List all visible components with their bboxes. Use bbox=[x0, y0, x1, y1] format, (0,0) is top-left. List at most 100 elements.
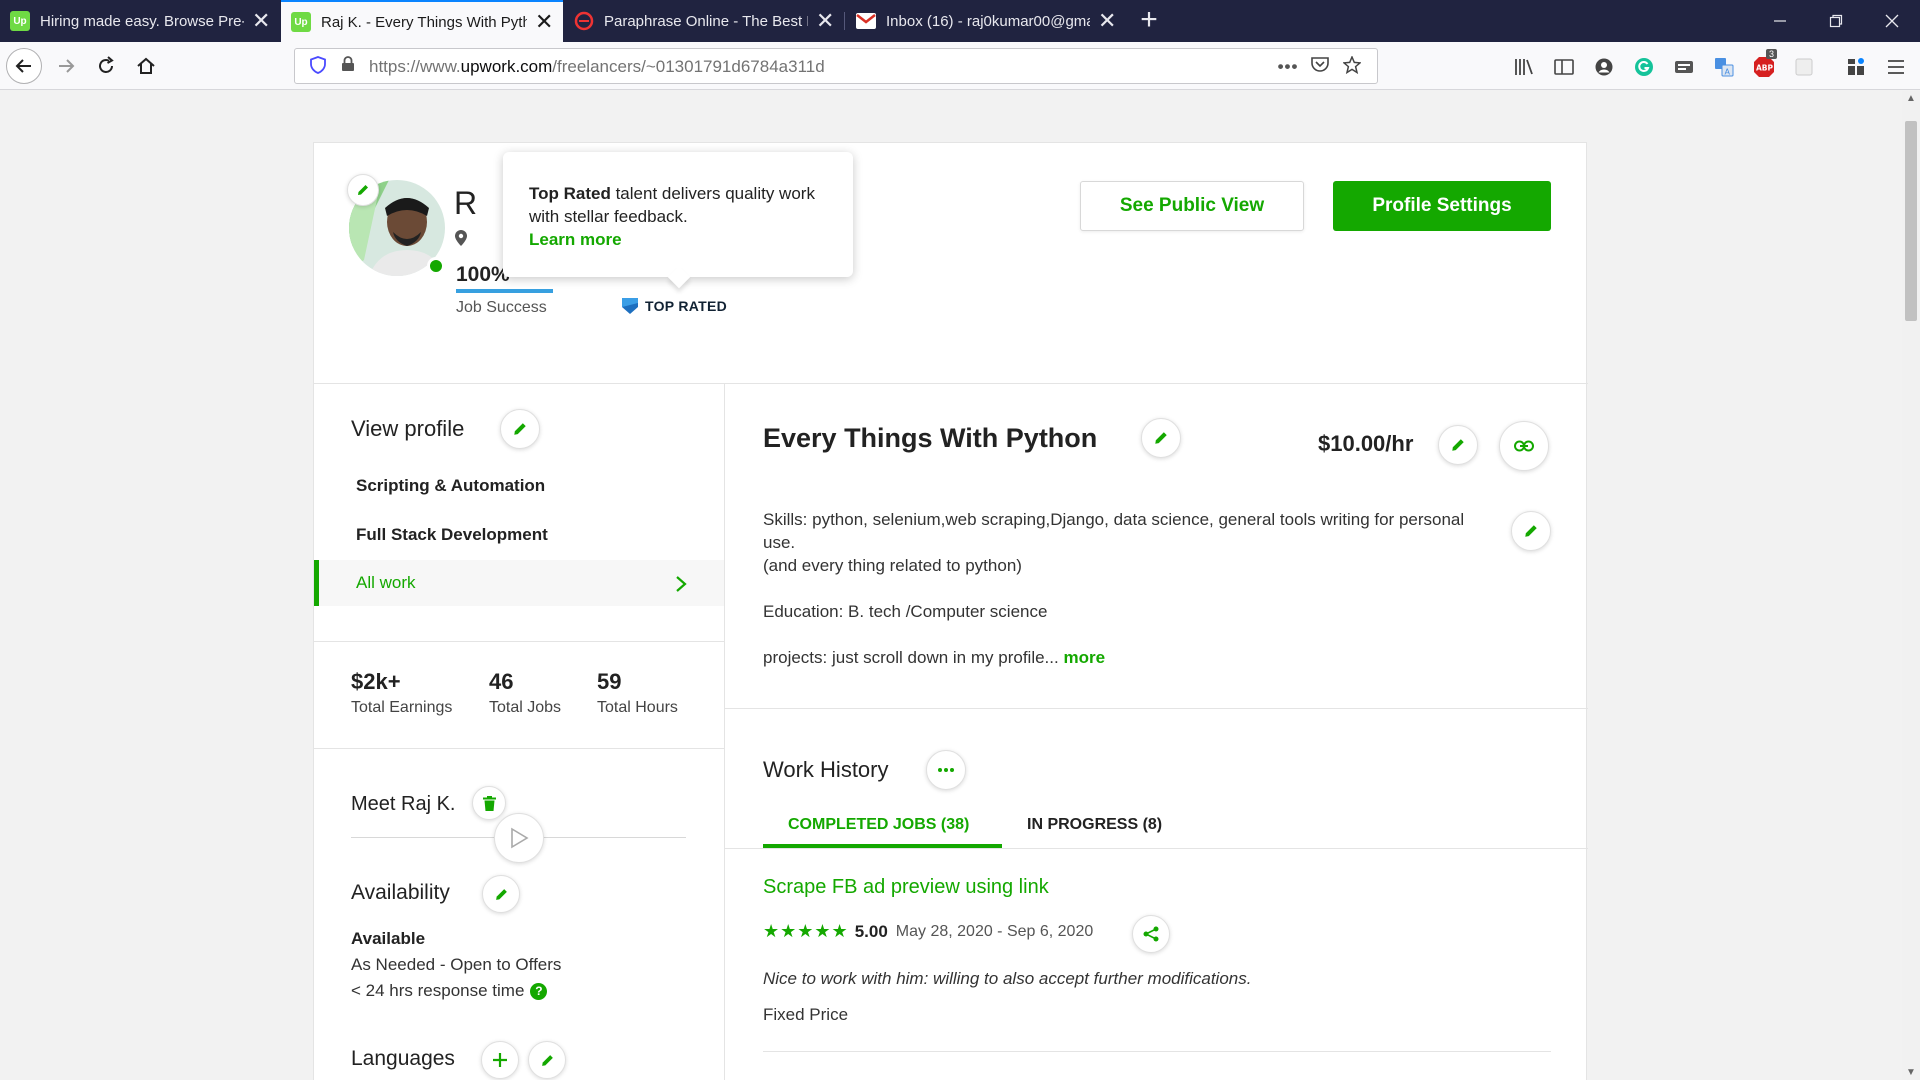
pencil-icon bbox=[358, 185, 368, 195]
pencil-icon bbox=[1452, 439, 1464, 451]
tab-in-progress[interactable]: IN PROGRESS (8) bbox=[1027, 808, 1187, 848]
adblock-plus-icon[interactable]: ABP 3 bbox=[1752, 49, 1778, 79]
grammarly-icon[interactable] bbox=[1632, 55, 1656, 79]
address-bar[interactable]: https://www.upwork.com/freelancers/~0130… bbox=[294, 48, 1378, 84]
paraphrase-favicon bbox=[574, 11, 594, 31]
extension-icon[interactable] bbox=[1672, 55, 1696, 79]
edit-title-button[interactable] bbox=[1141, 418, 1181, 458]
work-history-title: Work History bbox=[763, 757, 889, 782]
edit-rate-button[interactable] bbox=[1438, 425, 1478, 465]
tab-title: Inbox (16) - raj0kumar00@gmail.com bbox=[886, 12, 1090, 30]
plus-icon bbox=[493, 1053, 507, 1067]
page-scrollbar[interactable]: ▲ ▼ bbox=[1902, 91, 1920, 1080]
description-line: projects: just scroll down in my profile… bbox=[763, 646, 1493, 669]
trash-icon bbox=[482, 795, 496, 811]
edit-photo-button[interactable] bbox=[347, 174, 379, 206]
delete-video-button[interactable] bbox=[472, 786, 506, 820]
total-earnings-label: Total Earnings bbox=[351, 699, 453, 716]
pencil-icon bbox=[1155, 432, 1167, 444]
top-rated-badge-icon bbox=[622, 298, 638, 314]
job-rating-row: ★★★★★ 5.00 May 28, 2020 - Sep 6, 2020 bbox=[763, 921, 1093, 942]
work-history-more-button[interactable] bbox=[926, 750, 966, 790]
new-tab-button[interactable]: + bbox=[1132, 4, 1166, 38]
job-success-value: 100% bbox=[456, 263, 510, 286]
browser-tab-1[interactable]: Up Hiring made easy. Browse Pre-Vetted ✕ bbox=[0, 0, 280, 42]
sidebar-item-label: All work bbox=[356, 573, 416, 592]
profile-settings-button[interactable]: Profile Settings bbox=[1333, 181, 1551, 231]
browser-tab-3[interactable]: Paraphrase Online - The Best Free ✕ bbox=[564, 0, 844, 42]
edit-availability-button[interactable] bbox=[482, 875, 520, 913]
account-icon[interactable] bbox=[1592, 55, 1616, 79]
sidebar-item-scripting-automation[interactable]: Scripting & Automation bbox=[314, 463, 724, 509]
job-success-bar bbox=[456, 289, 553, 293]
reload-button[interactable] bbox=[88, 48, 124, 84]
job-title-link[interactable]: Scrape FB ad preview using link bbox=[763, 876, 1049, 899]
sidebar-item-all-work[interactable]: All work bbox=[314, 560, 724, 606]
sidebar-icon[interactable] bbox=[1552, 55, 1576, 79]
close-tab-icon[interactable]: ✕ bbox=[535, 11, 553, 33]
browser-tab-2[interactable]: Up Raj K. - Every Things With Python ✕ bbox=[281, 0, 563, 42]
scroll-up-arrow-icon[interactable]: ▲ bbox=[1906, 93, 1916, 104]
hourly-rate: $10.00/hr bbox=[1318, 431, 1414, 456]
add-language-button[interactable] bbox=[481, 1041, 519, 1079]
help-question-icon[interactable]: ? bbox=[530, 982, 548, 1000]
copy-link-button[interactable] bbox=[1499, 421, 1549, 471]
back-button[interactable] bbox=[6, 48, 42, 84]
response-time: < 24 hrs response time ? bbox=[351, 981, 548, 1001]
scroll-down-arrow-icon[interactable]: ▼ bbox=[1906, 1067, 1916, 1078]
edit-view-profile-button[interactable] bbox=[500, 409, 540, 449]
link-icon bbox=[1514, 440, 1534, 452]
total-earnings-value: $2k+ bbox=[351, 669, 401, 694]
top-rated-tooltip: Top Rated talent delivers quality work w… bbox=[503, 152, 853, 289]
close-tab-icon[interactable]: ✕ bbox=[1098, 10, 1116, 32]
bookmark-star-icon[interactable] bbox=[1341, 55, 1363, 78]
pocket-icon[interactable] bbox=[1309, 56, 1331, 78]
close-tab-icon[interactable]: ✕ bbox=[816, 10, 834, 32]
share-job-button[interactable] bbox=[1132, 915, 1170, 953]
home-button[interactable] bbox=[128, 48, 164, 84]
blank-extension-icon[interactable] bbox=[1792, 55, 1816, 79]
forward-button[interactable] bbox=[48, 48, 84, 84]
adblock-count-badge: 3 bbox=[1766, 49, 1778, 59]
edit-description-button[interactable] bbox=[1511, 511, 1551, 551]
library-icon[interactable] bbox=[1512, 55, 1536, 79]
shield-icon[interactable] bbox=[307, 56, 329, 78]
main-divider bbox=[724, 708, 1588, 709]
close-window-icon[interactable] bbox=[1864, 0, 1920, 42]
total-hours-value: 59 bbox=[597, 669, 622, 694]
tab-completed-jobs[interactable]: COMPLETED JOBS (38) bbox=[763, 808, 1002, 848]
pencil-icon bbox=[514, 423, 526, 435]
more-link[interactable]: more bbox=[1063, 648, 1105, 667]
url-text[interactable]: https://www.upwork.com/freelancers/~0130… bbox=[369, 57, 825, 77]
tab-title: Hiring made easy. Browse Pre-Vetted bbox=[40, 12, 244, 30]
languages-title: Languages bbox=[351, 1047, 455, 1070]
extensions-puzzle-icon[interactable] bbox=[1844, 55, 1868, 79]
tab-divider bbox=[844, 12, 845, 30]
job-feedback: Nice to work with him: willing to also a… bbox=[763, 969, 1252, 988]
page-actions-icon[interactable]: ••• bbox=[1277, 56, 1299, 78]
meet-title: Meet Raj K. bbox=[351, 793, 456, 815]
close-tab-icon[interactable]: ✕ bbox=[252, 10, 270, 32]
tooltip-bold-text: Top Rated bbox=[529, 184, 611, 203]
job-type: Fixed Price bbox=[763, 1005, 849, 1024]
job-success-label: Job Success bbox=[456, 299, 547, 316]
menu-hamburger-icon[interactable] bbox=[1884, 55, 1908, 79]
edit-languages-button[interactable] bbox=[528, 1041, 566, 1079]
see-public-view-button[interactable]: See Public View bbox=[1080, 181, 1304, 231]
translate-icon[interactable]: A bbox=[1712, 55, 1736, 79]
play-video-button[interactable] bbox=[494, 813, 544, 863]
view-profile-title: View profile bbox=[351, 416, 465, 441]
description-line: Education: B. tech /Computer science bbox=[763, 602, 1048, 621]
learn-more-link[interactable]: Learn more bbox=[529, 230, 622, 249]
minimize-window-icon[interactable] bbox=[1752, 0, 1808, 42]
restore-window-icon[interactable] bbox=[1808, 0, 1864, 42]
lock-icon[interactable] bbox=[337, 56, 359, 78]
description-gap bbox=[763, 623, 1493, 646]
sidebar-divider bbox=[314, 748, 724, 749]
more-dots-icon bbox=[938, 768, 954, 772]
tab-title: Paraphrase Online - The Best Free bbox=[604, 12, 808, 30]
sidebar-item-full-stack-development[interactable]: Full Stack Development bbox=[314, 512, 724, 558]
scrollbar-thumb[interactable] bbox=[1905, 121, 1917, 321]
browser-tab-4[interactable]: Inbox (16) - raj0kumar00@gmail.com ✕ bbox=[846, 0, 1126, 42]
top-rated-badge[interactable]: TOP RATED bbox=[621, 297, 727, 315]
